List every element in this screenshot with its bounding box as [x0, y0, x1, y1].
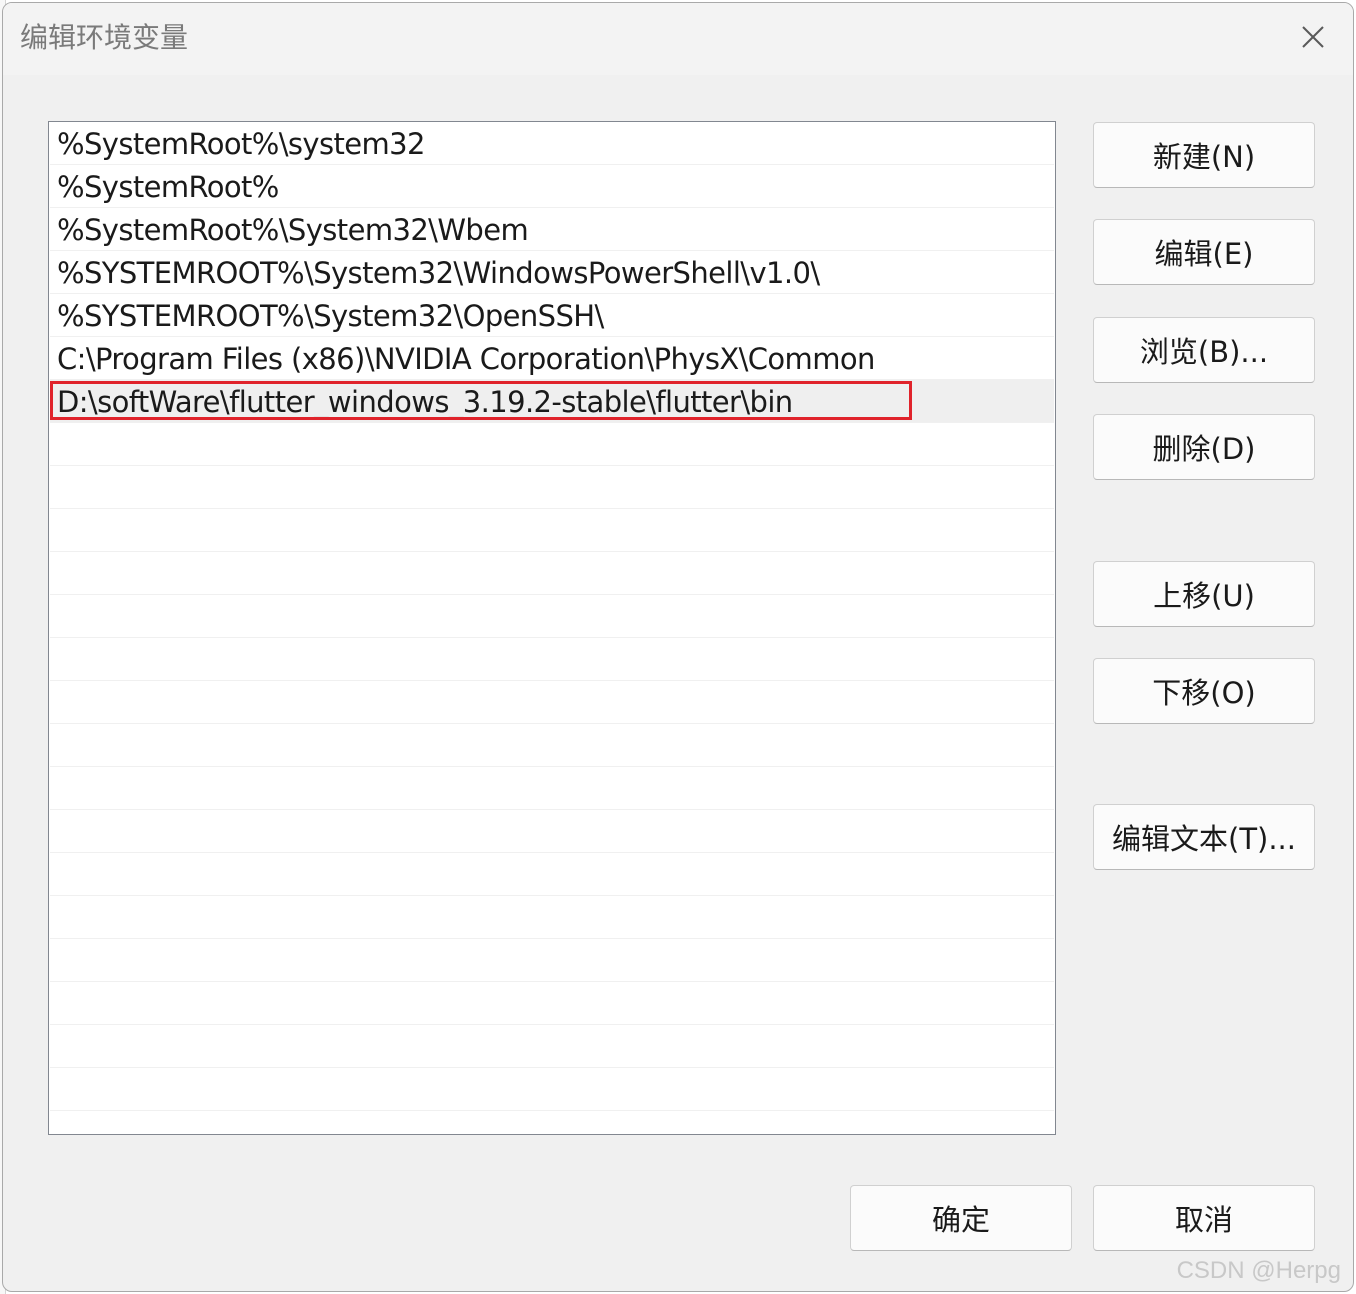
edit-text-button[interactable]: 编辑文本(T)... — [1093, 804, 1315, 870]
empty-list-row — [50, 982, 1054, 1025]
empty-list-row — [50, 724, 1054, 767]
edit-environment-variable-dialog: 编辑环境变量 %SystemRoot%\system32 %SystemRoot… — [2, 2, 1354, 1292]
empty-list-row — [50, 1025, 1054, 1068]
edit-button[interactable]: 编辑(E) — [1093, 219, 1315, 285]
path-list-item[interactable]: %SystemRoot%\system32 — [50, 122, 1054, 165]
move-down-button[interactable]: 下移(O) — [1093, 658, 1315, 724]
path-list-item[interactable]: C:\Program Files (x86)\NVIDIA Corporatio… — [50, 337, 1054, 380]
title-bar: 编辑环境变量 — [3, 3, 1353, 75]
path-list-item[interactable]: %SystemRoot% — [50, 165, 1054, 208]
empty-list-row — [50, 466, 1054, 509]
empty-list-row — [50, 595, 1054, 638]
empty-list-row — [50, 681, 1054, 724]
ok-button[interactable]: 确定 — [850, 1185, 1072, 1251]
path-list-item-text: %SystemRoot%\system32 — [57, 127, 425, 161]
path-list-item-text: %SYSTEMROOT%\System32\OpenSSH\ — [57, 299, 604, 333]
path-list-item[interactable]: %SYSTEMROOT%\System32\WindowsPowerShell\… — [50, 251, 1054, 294]
path-list-item-text: %SystemRoot%\System32\Wbem — [57, 213, 529, 247]
path-list-item-text: %SYSTEMROOT%\System32\WindowsPowerShell\… — [57, 256, 820, 290]
path-list-item[interactable]: %SystemRoot%\System32\Wbem — [50, 208, 1054, 251]
delete-button[interactable]: 删除(D) — [1093, 414, 1315, 480]
move-up-button[interactable]: 上移(U) — [1093, 561, 1315, 627]
watermark: CSDN @Herpg — [1176, 1257, 1341, 1284]
empty-list-row — [50, 509, 1054, 552]
empty-list-row — [50, 423, 1054, 466]
empty-list-row — [50, 853, 1054, 896]
empty-list-row — [50, 896, 1054, 939]
cancel-button[interactable]: 取消 — [1093, 1185, 1315, 1251]
path-list-item-selected[interactable]: D:\softWare\flutter_windows_3.19.2-stabl… — [50, 380, 1054, 423]
new-button[interactable]: 新建(N) — [1093, 122, 1315, 188]
path-list-item-text: C:\Program Files (x86)\NVIDIA Corporatio… — [57, 342, 875, 376]
path-list-item-text: %SystemRoot% — [57, 170, 279, 204]
empty-list-row — [50, 810, 1054, 853]
path-list-item-text: D:\softWare\flutter_windows_3.19.2-stabl… — [57, 385, 793, 419]
close-button[interactable] — [1293, 17, 1333, 57]
empty-list-row — [50, 552, 1054, 595]
dialog-title: 编辑环境变量 — [20, 21, 189, 54]
empty-list-row — [50, 1068, 1054, 1111]
path-list-item[interactable]: %SYSTEMROOT%\System32\OpenSSH\ — [50, 294, 1054, 337]
empty-list-row — [50, 638, 1054, 681]
empty-list-row — [50, 767, 1054, 810]
close-icon — [1302, 26, 1324, 48]
path-list[interactable]: %SystemRoot%\system32 %SystemRoot% %Syst… — [48, 121, 1056, 1135]
browse-button[interactable]: 浏览(B)... — [1093, 317, 1315, 383]
empty-list-row — [50, 1111, 1054, 1134]
empty-list-row — [50, 939, 1054, 982]
